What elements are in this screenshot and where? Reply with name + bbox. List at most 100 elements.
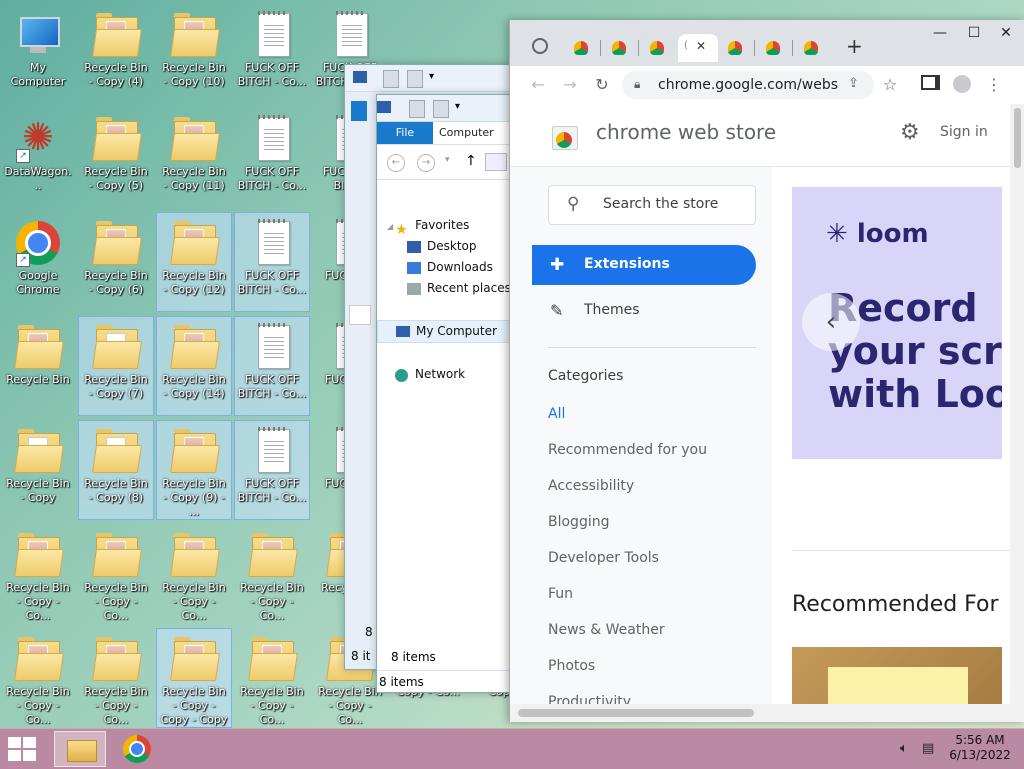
vertical-scrollbar[interactable] bbox=[1010, 104, 1024, 722]
nav-themes[interactable]: ✎ Themes bbox=[532, 291, 756, 331]
close-window-button[interactable]: ✕ bbox=[988, 20, 1024, 46]
tree-item-favorites[interactable]: ◢ ★ Favorites bbox=[377, 215, 511, 238]
new-folder-icon[interactable] bbox=[433, 100, 449, 118]
store-title[interactable]: chrome web store bbox=[596, 120, 776, 144]
new-tab-icon[interactable]: + bbox=[846, 34, 863, 58]
url-text[interactable]: chrome.google.com/webst... bbox=[658, 77, 838, 93]
search-input[interactable]: ⚲ Search the store bbox=[548, 185, 756, 225]
bookmark-star-icon[interactable]: ☆ bbox=[880, 75, 900, 95]
share-icon[interactable]: ⇪ bbox=[848, 76, 859, 91]
close-tab-icon[interactable]: ✕ bbox=[696, 39, 706, 53]
desktop-icon-item[interactable]: Recycle Bin - Copy - Co... bbox=[0, 628, 76, 728]
category-news-weather[interactable]: News & Weather bbox=[548, 622, 665, 638]
category-developer-tools[interactable]: Developer Tools bbox=[548, 550, 659, 566]
desktop-icon-item[interactable]: FUCK OFF BITCH - Co... bbox=[234, 212, 310, 312]
forward-icon[interactable]: → bbox=[560, 75, 580, 95]
sign-in-link[interactable]: Sign in bbox=[940, 124, 988, 140]
scroll-box[interactable] bbox=[349, 305, 371, 325]
scroll-thumb[interactable] bbox=[518, 709, 754, 717]
maximize-button[interactable]: ☐ bbox=[956, 20, 992, 46]
tab-2[interactable] bbox=[604, 34, 634, 62]
file-tab[interactable]: File bbox=[377, 122, 433, 144]
explorer-window[interactable]: ▾ File Computer ← → ▾ ↑ ◢ ★ Favorites Desk… bbox=[376, 94, 512, 693]
expand-icon[interactable]: ◢ bbox=[387, 222, 393, 231]
explorer-back-titlebar[interactable]: ▾ bbox=[345, 65, 510, 92]
desktop-icon-item[interactable]: Recycle Bin - Copy (6) bbox=[78, 212, 154, 312]
properties-icon[interactable] bbox=[383, 70, 399, 88]
chevron-down-icon[interactable]: ▾ bbox=[455, 101, 460, 112]
desktop-icon-item[interactable]: Recycle Bin - Copy - Co... bbox=[78, 628, 154, 728]
desktop-icon-item[interactable]: FUCK OFF BITCH - Co... bbox=[234, 108, 310, 208]
tab-active[interactable]: ( ✕ bbox=[678, 34, 718, 62]
desktop-icon-item[interactable]: Recycle Bin - Copy - Co... bbox=[234, 628, 310, 728]
profile-avatar-icon[interactable] bbox=[952, 75, 972, 95]
tab-6[interactable] bbox=[758, 34, 788, 62]
gear-icon[interactable]: ⚙ bbox=[900, 120, 920, 145]
desktop-icon-item[interactable]: Recycle Bin - Copy (5) bbox=[78, 108, 154, 208]
horizontal-scrollbar[interactable] bbox=[510, 704, 1010, 722]
desktop-icon-item[interactable]: FUCK OFF BITCH - Co... bbox=[234, 420, 310, 520]
category-all[interactable]: All bbox=[548, 406, 565, 422]
tree-item-desktop[interactable]: Desktop bbox=[377, 236, 511, 257]
back-icon[interactable]: ← bbox=[528, 75, 548, 95]
network-status-icon[interactable]: ▤ bbox=[922, 741, 934, 756]
tree-item-network[interactable]: Network bbox=[377, 364, 511, 385]
properties-icon[interactable] bbox=[409, 100, 425, 118]
desktop-icon-item[interactable]: Recycle Bin - Copy (8) bbox=[78, 420, 154, 520]
tab-1[interactable] bbox=[566, 34, 596, 62]
desktop-icon-item[interactable]: Recycle Bin - Copy (4) bbox=[78, 4, 154, 104]
desktop-icon-item[interactable]: Recycle Bin - Copy - Co... bbox=[0, 524, 76, 624]
file-tab-back[interactable] bbox=[351, 101, 367, 121]
chevron-down-icon[interactable]: ▾ bbox=[429, 71, 434, 82]
desktop-icon-item[interactable]: Recycle Bin - Copy (12) bbox=[156, 212, 232, 312]
computer-tab[interactable]: Computer bbox=[439, 122, 494, 144]
desktop-icon-item[interactable]: Recycle Bin - Copy (9) - ... bbox=[156, 420, 232, 520]
category-photos[interactable]: Photos bbox=[548, 658, 595, 674]
nav-extensions[interactable]: ✚ Extensions bbox=[532, 245, 756, 285]
tree-item-recent[interactable]: Recent places bbox=[377, 278, 511, 299]
explorer-titlebar[interactable]: ▾ bbox=[377, 95, 511, 122]
tab-search-icon[interactable] bbox=[532, 38, 548, 54]
desktop-icon-item[interactable]: Recycle Bin - Copy - Co... bbox=[234, 524, 310, 624]
desktop-icon-item[interactable]: Recycle Bin bbox=[0, 316, 76, 416]
chrome-window[interactable]: ( ✕ + — ☐ ✕ ← → ↻ 🔒︎ chrome.google.com/w… bbox=[509, 20, 1024, 722]
volume-muted-icon[interactable]: 🔈︎ bbox=[900, 741, 908, 756]
desktop-icon-item[interactable]: Recycle Bin - Copy (11) bbox=[156, 108, 232, 208]
tree-item-my-computer[interactable]: My Computer bbox=[377, 320, 511, 343]
category-fun[interactable]: Fun bbox=[548, 586, 573, 602]
minimize-button[interactable]: — bbox=[922, 20, 958, 46]
desktop-icon-item[interactable]: FUCK OFF BITCH - Co... bbox=[234, 4, 310, 104]
carousel-prev-button[interactable]: ‹ bbox=[802, 293, 860, 351]
lock-icon[interactable]: 🔒︎ bbox=[634, 77, 640, 92]
cws-logo-icon[interactable] bbox=[548, 120, 580, 150]
address-bar[interactable]: 🔒︎ chrome.google.com/webst... ⇪ bbox=[622, 71, 874, 99]
category-recommended[interactable]: Recommended for you bbox=[548, 442, 707, 458]
taskbar-chrome[interactable] bbox=[112, 731, 164, 767]
tab-5[interactable] bbox=[720, 34, 750, 62]
desktop-icon-item[interactable]: Recycle Bin - Copy (7) bbox=[78, 316, 154, 416]
new-folder-icon[interactable] bbox=[407, 70, 423, 88]
taskbar-file-explorer[interactable] bbox=[54, 731, 106, 767]
tree-item-downloads[interactable]: Downloads bbox=[377, 257, 511, 278]
scroll-thumb[interactable] bbox=[1014, 108, 1021, 168]
up-arrow-icon[interactable]: ↑ bbox=[465, 153, 477, 169]
desktop-icon-item[interactable]: FUCK OFF bbox=[390, 0, 466, 30]
tab-3[interactable] bbox=[642, 34, 672, 62]
desktop-icon-item[interactable]: My Computer bbox=[0, 4, 76, 104]
system-clock[interactable]: 5:56 AM 6/13/2022 bbox=[944, 733, 1016, 763]
side-panel-icon[interactable] bbox=[920, 75, 940, 95]
menu-icon[interactable]: ⋮ bbox=[984, 75, 1004, 95]
recent-locations-icon[interactable]: ▾ bbox=[445, 155, 450, 165]
address-bar[interactable] bbox=[485, 153, 507, 171]
category-accessibility[interactable]: Accessibility bbox=[548, 478, 634, 494]
desktop-icon-item[interactable]: Recycle Bin - Copy bbox=[0, 420, 76, 520]
back-arrow-icon[interactable]: ← bbox=[387, 154, 405, 172]
desktop-icon-item[interactable]: ✺ ↗ DataWagon... bbox=[0, 108, 76, 208]
desktop-icon-item[interactable]: Recycle Bin - Copy - Co... bbox=[78, 524, 154, 624]
tab-7[interactable] bbox=[796, 34, 826, 62]
start-button[interactable] bbox=[8, 737, 38, 761]
forward-arrow-icon[interactable]: → bbox=[417, 154, 435, 172]
desktop-icon-item[interactable]: ↗ Google Chrome bbox=[0, 212, 76, 312]
reload-icon[interactable]: ↻ bbox=[592, 75, 612, 95]
desktop-icon-item[interactable]: Recycle Bin - Copy - Co... bbox=[156, 524, 232, 624]
